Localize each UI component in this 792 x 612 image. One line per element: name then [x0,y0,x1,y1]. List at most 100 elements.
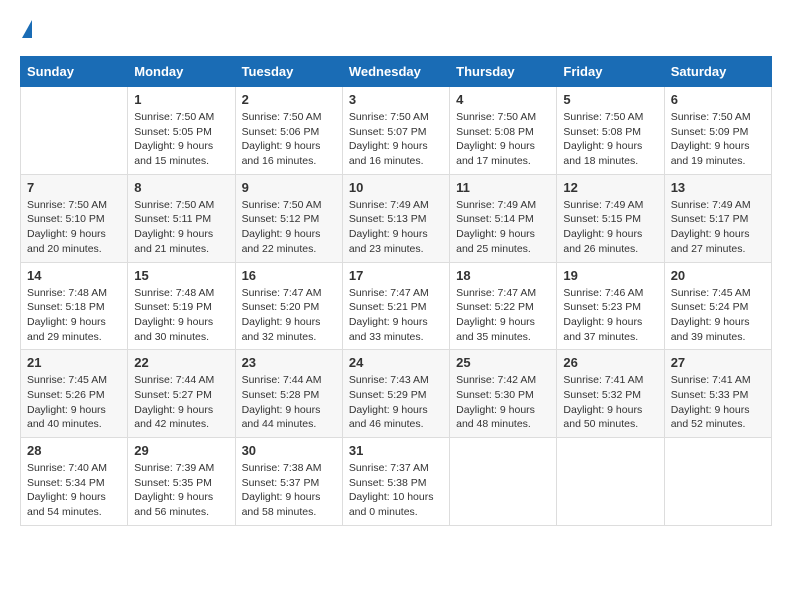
calendar-cell: 26 Sunrise: 7:41 AMSunset: 5:32 PMDayligh… [557,350,664,438]
calendar-cell: 13 Sunrise: 7:49 AMSunset: 5:17 PMDayligh… [664,174,771,262]
calendar-cell: 25 Sunrise: 7:42 AMSunset: 5:30 PMDayligh… [450,350,557,438]
day-number: 1 [134,92,228,107]
calendar-cell: 18Sunrise: 7:47 AMSunset: 5:22 PMDayligh… [450,262,557,350]
calendar-cell: 9Sunrise: 7:50 AMSunset: 5:12 PMDaylight… [235,174,342,262]
calendar-week-row: 28 Sunrise: 7:40 AMSunset: 5:34 PMDayligh… [21,438,772,526]
calendar-cell: 7 Sunrise: 7:50 AMSunset: 5:10 PMDaylight… [21,174,128,262]
day-info: Sunrise: 7:38 AMSunset: 5:37 PMDaylight:… [242,461,336,520]
calendar-cell: 1 Sunrise: 7:50 AMSunset: 5:05 PMDaylight… [128,87,235,175]
calendar-cell: 15Sunrise: 7:48 AMSunset: 5:19 PMDayligh… [128,262,235,350]
header-monday: Monday [128,57,235,87]
header-wednesday: Wednesday [342,57,449,87]
calendar-cell: 10Sunrise: 7:49 AMSunset: 5:13 PMDayligh… [342,174,449,262]
day-info: Sunrise: 7:42 AMSunset: 5:30 PMDaylight:… [456,373,550,432]
day-number: 10 [349,180,443,195]
day-info: Sunrise: 7:50 AMSunset: 5:12 PMDaylight:… [242,198,336,257]
day-info: Sunrise: 7:50 AMSunset: 5:10 PMDaylight:… [27,198,121,257]
calendar-week-row: 1 Sunrise: 7:50 AMSunset: 5:05 PMDaylight… [21,87,772,175]
calendar-header-row: SundayMondayTuesdayWednesdayThursdayFrid… [21,57,772,87]
logo [20,20,32,40]
day-info: Sunrise: 7:48 AMSunset: 5:18 PMDaylight:… [27,286,121,345]
day-info: Sunrise: 7:45 AMSunset: 5:24 PMDaylight:… [671,286,765,345]
day-number: 24 [349,355,443,370]
day-info: Sunrise: 7:39 AMSunset: 5:35 PMDaylight:… [134,461,228,520]
calendar-cell [664,438,771,526]
day-number: 20 [671,268,765,283]
day-number: 11 [456,180,550,195]
header-thursday: Thursday [450,57,557,87]
day-info: Sunrise: 7:49 AMSunset: 5:15 PMDaylight:… [563,198,657,257]
calendar-cell: 14 Sunrise: 7:48 AMSunset: 5:18 PMDayligh… [21,262,128,350]
calendar-cell: 3Sunrise: 7:50 AMSunset: 5:07 PMDaylight… [342,87,449,175]
calendar-cell: 28 Sunrise: 7:40 AMSunset: 5:34 PMDayligh… [21,438,128,526]
day-number: 8 [134,180,228,195]
day-info: Sunrise: 7:47 AMSunset: 5:20 PMDaylight:… [242,286,336,345]
day-number: 6 [671,92,765,107]
header-sunday: Sunday [21,57,128,87]
day-number: 22 [134,355,228,370]
calendar-cell: 5 Sunrise: 7:50 AMSunset: 5:08 PMDaylight… [557,87,664,175]
calendar-week-row: 7 Sunrise: 7:50 AMSunset: 5:10 PMDaylight… [21,174,772,262]
day-number: 21 [27,355,121,370]
day-number: 27 [671,355,765,370]
day-info: Sunrise: 7:50 AMSunset: 5:08 PMDaylight:… [563,110,657,169]
calendar-cell: 2 Sunrise: 7:50 AMSunset: 5:06 PMDaylight… [235,87,342,175]
day-info: Sunrise: 7:50 AMSunset: 5:06 PMDaylight:… [242,110,336,169]
calendar-week-row: 21Sunrise: 7:45 AMSunset: 5:26 PMDayligh… [21,350,772,438]
day-info: Sunrise: 7:50 AMSunset: 5:08 PMDaylight:… [456,110,550,169]
calendar-cell [21,87,128,175]
day-number: 30 [242,443,336,458]
day-info: Sunrise: 7:50 AMSunset: 5:11 PMDaylight:… [134,198,228,257]
calendar-cell: 23 Sunrise: 7:44 AMSunset: 5:28 PMDayligh… [235,350,342,438]
day-number: 28 [27,443,121,458]
header-saturday: Saturday [664,57,771,87]
calendar-cell: 19Sunrise: 7:46 AMSunset: 5:23 PMDayligh… [557,262,664,350]
calendar-cell: 16 Sunrise: 7:47 AMSunset: 5:20 PMDayligh… [235,262,342,350]
calendar-cell: 22 Sunrise: 7:44 AMSunset: 5:27 PMDayligh… [128,350,235,438]
day-number: 13 [671,180,765,195]
calendar-week-row: 14 Sunrise: 7:48 AMSunset: 5:18 PMDayligh… [21,262,772,350]
day-number: 16 [242,268,336,283]
calendar-cell: 30 Sunrise: 7:38 AMSunset: 5:37 PMDayligh… [235,438,342,526]
day-number: 2 [242,92,336,107]
calendar-cell: 24 Sunrise: 7:43 AMSunset: 5:29 PMDayligh… [342,350,449,438]
calendar-cell [557,438,664,526]
calendar-cell: 27Sunrise: 7:41 AMSunset: 5:33 PMDayligh… [664,350,771,438]
calendar-cell: 17 Sunrise: 7:47 AMSunset: 5:21 PMDayligh… [342,262,449,350]
day-info: Sunrise: 7:48 AMSunset: 5:19 PMDaylight:… [134,286,228,345]
day-number: 5 [563,92,657,107]
header [20,20,772,40]
day-number: 4 [456,92,550,107]
day-number: 14 [27,268,121,283]
day-number: 23 [242,355,336,370]
day-info: Sunrise: 7:44 AMSunset: 5:27 PMDaylight:… [134,373,228,432]
day-number: 25 [456,355,550,370]
day-number: 18 [456,268,550,283]
calendar: SundayMondayTuesdayWednesdayThursdayFrid… [20,56,772,526]
day-info: Sunrise: 7:49 AMSunset: 5:17 PMDaylight:… [671,198,765,257]
day-info: Sunrise: 7:50 AMSunset: 5:09 PMDaylight:… [671,110,765,169]
day-number: 29 [134,443,228,458]
calendar-cell: 12 Sunrise: 7:49 AMSunset: 5:15 PMDayligh… [557,174,664,262]
calendar-cell: 6 Sunrise: 7:50 AMSunset: 5:09 PMDaylight… [664,87,771,175]
day-number: 26 [563,355,657,370]
day-number: 12 [563,180,657,195]
header-tuesday: Tuesday [235,57,342,87]
day-number: 31 [349,443,443,458]
day-info: Sunrise: 7:40 AMSunset: 5:34 PMDaylight:… [27,461,121,520]
day-number: 17 [349,268,443,283]
calendar-cell: 11 Sunrise: 7:49 AMSunset: 5:14 PMDayligh… [450,174,557,262]
day-info: Sunrise: 7:44 AMSunset: 5:28 PMDaylight:… [242,373,336,432]
day-info: Sunrise: 7:41 AMSunset: 5:32 PMDaylight:… [563,373,657,432]
day-number: 7 [27,180,121,195]
calendar-cell: 8 Sunrise: 7:50 AMSunset: 5:11 PMDaylight… [128,174,235,262]
day-info: Sunrise: 7:43 AMSunset: 5:29 PMDaylight:… [349,373,443,432]
day-info: Sunrise: 7:50 AMSunset: 5:05 PMDaylight:… [134,110,228,169]
calendar-cell [450,438,557,526]
calendar-cell: 31 Sunrise: 7:37 AMSunset: 5:38 PMDayligh… [342,438,449,526]
header-friday: Friday [557,57,664,87]
day-info: Sunrise: 7:37 AMSunset: 5:38 PMDaylight:… [349,461,443,520]
calendar-cell: 20 Sunrise: 7:45 AMSunset: 5:24 PMDayligh… [664,262,771,350]
day-info: Sunrise: 7:47 AMSunset: 5:21 PMDaylight:… [349,286,443,345]
day-info: Sunrise: 7:49 AMSunset: 5:14 PMDaylight:… [456,198,550,257]
